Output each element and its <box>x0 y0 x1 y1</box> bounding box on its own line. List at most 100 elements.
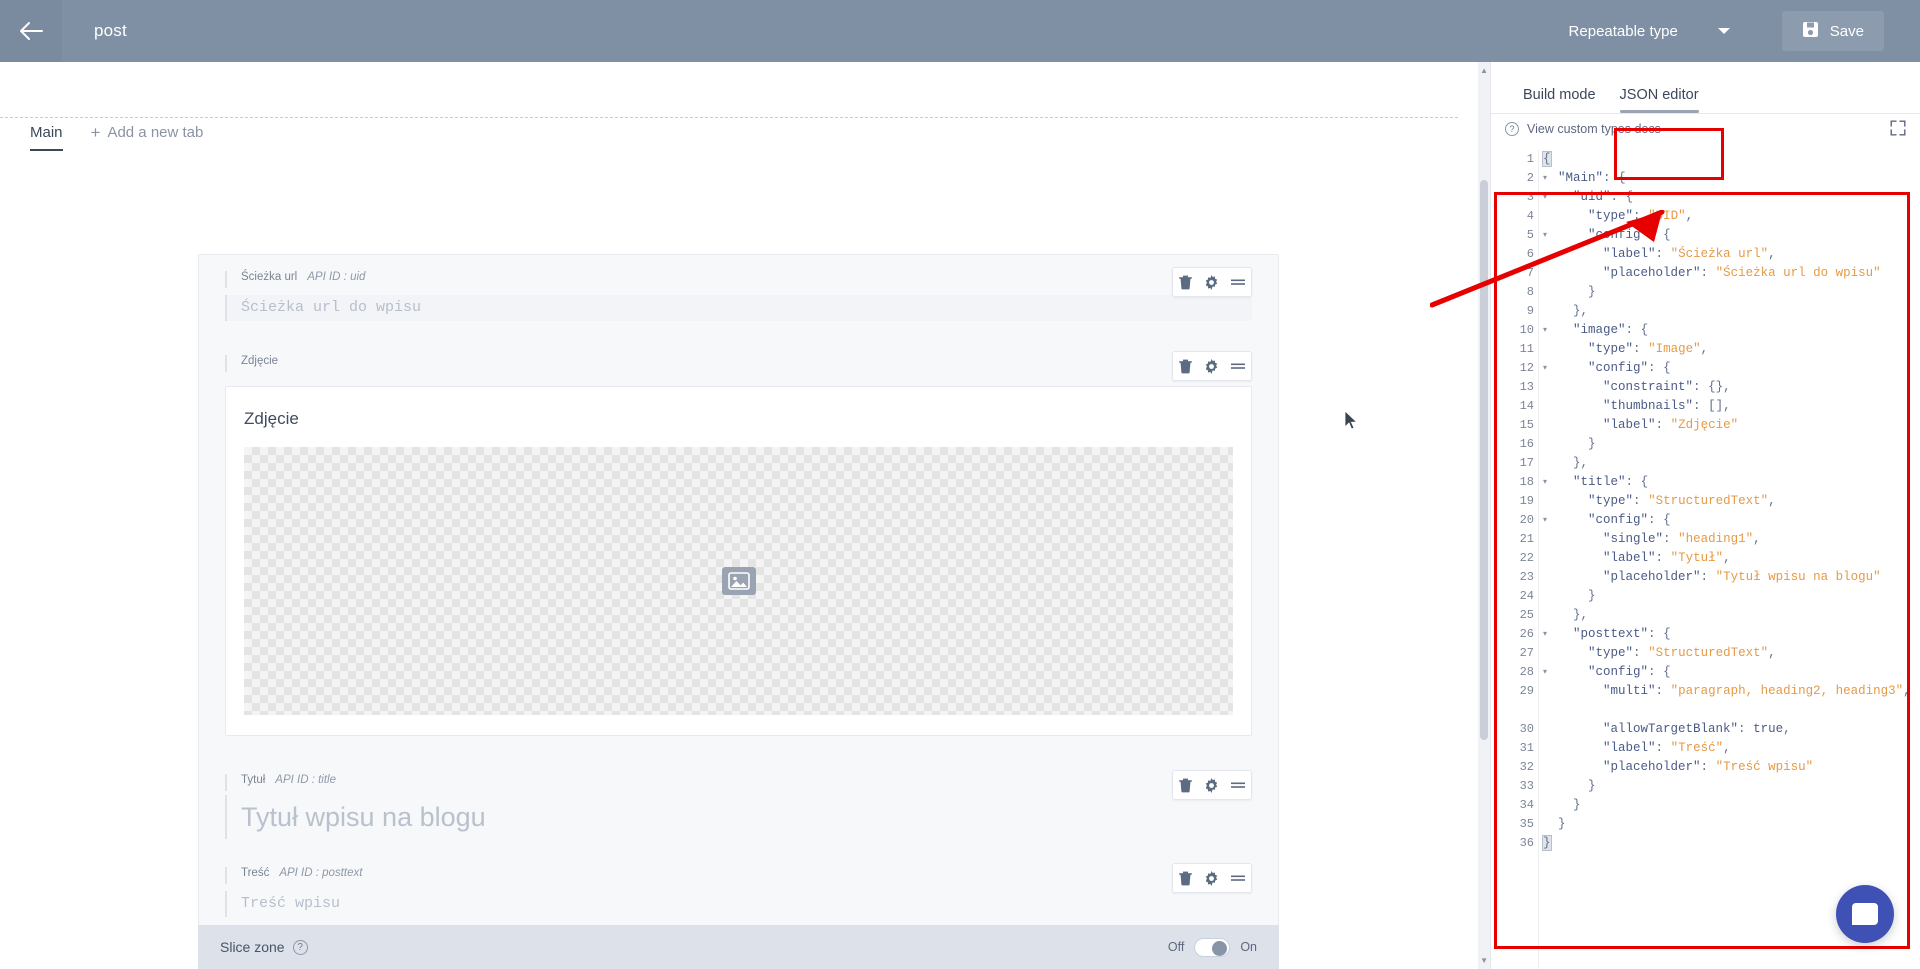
drag-handle-icon[interactable] <box>1231 361 1245 371</box>
gear-icon[interactable] <box>1204 274 1219 290</box>
field-title-label: Tytuł <box>241 774 266 786</box>
drag-handle-icon[interactable] <box>1231 277 1245 287</box>
tab-json-editor[interactable]: JSON editor <box>1608 87 1711 113</box>
repeatable-type-dropdown[interactable]: Repeatable type <box>1569 23 1744 40</box>
trash-icon[interactable] <box>1179 275 1192 290</box>
support-chat-button[interactable] <box>1836 885 1894 943</box>
field-title-placeholder[interactable]: Tytuł wpisu na blogu <box>225 795 1252 839</box>
editor-code-line: "config": { <box>1588 228 1671 242</box>
editor-code-line: "type": "UID", <box>1588 209 1694 223</box>
drag-handle-icon[interactable] <box>1231 873 1245 883</box>
image-dropzone[interactable] <box>244 447 1233 715</box>
right-pane-tab-bar: Build mode JSON editor <box>1491 62 1920 114</box>
editor-line-number: 31 <box>1519 741 1534 755</box>
scroll-up-arrow-icon[interactable]: ▲ <box>1480 66 1488 75</box>
back-button[interactable] <box>0 0 62 62</box>
tab-build-mode[interactable]: Build mode <box>1511 87 1608 113</box>
editor-code-line: } <box>1542 835 1552 851</box>
editor-code-line: "type": "StructuredText", <box>1588 494 1776 508</box>
expand-arrows-icon[interactable] <box>1890 120 1906 136</box>
top-bar: post Repeatable type Save <box>0 0 1920 62</box>
slice-zone-label-group: Slice zone ? <box>220 939 308 955</box>
editor-code-line: "label": "Treść", <box>1603 741 1731 755</box>
gear-icon[interactable] <box>1204 870 1219 886</box>
editor-code-line: }, <box>1573 608 1589 622</box>
json-code-editor[interactable]: 1▾2▾3▾ 4 5▾ 6 7 8 9 10▾ 11 12▾ 13 14 15 16 17 18▾ 19 20▾ 2… <box>1491 150 1920 969</box>
add-new-tab-label: Add a new tab <box>107 124 204 141</box>
editor-line-number: 34 <box>1519 798 1534 812</box>
gear-icon[interactable] <box>1204 358 1219 374</box>
editor-line-number: 3 ▾ <box>1491 188 1547 207</box>
custom-type-editor-page: post Repeatable type Save Main + Add a n… <box>0 0 1920 969</box>
editor-code-line: } <box>1588 437 1596 451</box>
editor-line-number: 5 ▾ <box>1491 226 1547 245</box>
slice-zone-toggle[interactable] <box>1194 937 1231 957</box>
editor-line-number: 29 <box>1519 684 1534 698</box>
editor-code-line: "constraint": {}, <box>1603 380 1731 394</box>
tab-main[interactable]: Main <box>30 124 63 151</box>
editor-code-line: "thumbnails": [], <box>1603 399 1731 413</box>
field-posttext-placeholder[interactable]: Treść wpisu <box>225 891 1252 917</box>
editor-code-line: "allowTargetBlank": true, <box>1603 722 1791 736</box>
trash-icon[interactable] <box>1179 778 1192 793</box>
editor-line-number: 30 <box>1519 722 1534 736</box>
field-uid: Ścieżka url API ID : uid Ścieżka url do … <box>225 255 1252 333</box>
editor-code-line: "label": "Tytuł", <box>1603 551 1731 565</box>
editor-line-number: 26 ▾ <box>1491 625 1547 644</box>
editor-code-line: "Main": { <box>1558 171 1626 185</box>
field-title: Tytuł API ID : title Tytuł wpisu na blog… <box>225 758 1252 851</box>
editor-code-line: "type": "StructuredText", <box>1588 646 1776 660</box>
editor-line-number: 9 <box>1526 304 1534 318</box>
editor-line-number: 28 ▾ <box>1491 663 1547 682</box>
editor-line-number: 4 <box>1526 209 1534 223</box>
slice-zone-on-label: On <box>1240 940 1257 954</box>
scroll-down-arrow-icon[interactable]: ▼ <box>1480 956 1488 965</box>
editor-line-number: 11 <box>1519 342 1534 356</box>
field-posttext-actions <box>1172 863 1252 893</box>
field-uid-placeholder[interactable]: Ścieżka url do wpisu <box>225 295 1252 321</box>
editor-line-number: 24 <box>1519 589 1534 603</box>
question-mark-icon: ? <box>1505 122 1519 136</box>
editor-code-area[interactable]: { "Main": { "uid": { "type": "UID", "con… <box>1542 150 1920 969</box>
editor-code-line: } <box>1588 285 1596 299</box>
field-uid-label: Ścieżka url <box>241 271 298 283</box>
save-button-label: Save <box>1829 22 1864 40</box>
editor-code-line: "multi": "paragraph, heading2, heading3"… <box>1603 684 1911 698</box>
add-new-tab-button[interactable]: + Add a new tab <box>91 124 204 141</box>
editor-code-line: "label": "Zdjęcie" <box>1603 418 1739 432</box>
floppy-disk-icon <box>1802 21 1819 42</box>
editor-line-number: 36 <box>1519 836 1534 850</box>
editor-line-number: 21 <box>1519 532 1534 546</box>
dashed-divider <box>0 117 1458 118</box>
save-button[interactable]: Save <box>1781 11 1884 51</box>
editor-line-number: 23 <box>1519 570 1534 584</box>
left-pane-scrollbar[interactable]: ▲ ▼ <box>1478 62 1490 969</box>
editor-line-number: 22 <box>1519 551 1534 565</box>
trash-icon[interactable] <box>1179 359 1192 374</box>
editor-line-number: 19 <box>1519 494 1534 508</box>
docs-row: ? View custom types docs <box>1491 114 1920 144</box>
field-posttext-meta: Treść API ID : posttext <box>225 867 1252 884</box>
json-editor-pane: Build mode JSON editor ? View custom typ… <box>1490 62 1920 969</box>
editor-code-line: "placeholder": "Ścieżka url do wpisu" <box>1603 266 1881 280</box>
fields-canvas: Ścieżka url API ID : uid Ścieżka url do … <box>0 172 1490 969</box>
view-custom-types-docs-link[interactable]: View custom types docs <box>1527 122 1661 136</box>
scrollbar-thumb[interactable] <box>1480 180 1488 740</box>
editor-code-line: "placeholder": "Treść wpisu" <box>1603 760 1814 774</box>
field-posttext: Treść API ID : posttext Treść wpisu <box>225 851 1252 929</box>
editor-code-line: } <box>1588 589 1596 603</box>
question-mark-icon[interactable]: ? <box>292 939 308 955</box>
image-placeholder-icon <box>721 567 756 595</box>
tab-bar: Main + Add a new tab <box>0 124 203 172</box>
editor-code-line: "single": "heading1", <box>1603 532 1761 546</box>
repeatable-type-label: Repeatable type <box>1568 22 1678 40</box>
gear-icon[interactable] <box>1204 777 1219 793</box>
editor-code-line: }, <box>1573 304 1589 318</box>
trash-icon[interactable] <box>1179 871 1192 886</box>
plus-icon: + <box>90 123 101 142</box>
editor-code-line: { <box>1542 151 1552 167</box>
editor-line-number-gutter: 1▾2▾3▾ 4 5▾ 6 7 8 9 10▾ 11 12▾ 13 14 15 16 17 18▾ 19 20▾ 2… <box>1491 150 1547 969</box>
drag-handle-icon[interactable] <box>1231 780 1245 790</box>
editor-line-number: 35 <box>1519 817 1534 831</box>
field-posttext-label: Treść <box>241 867 270 879</box>
